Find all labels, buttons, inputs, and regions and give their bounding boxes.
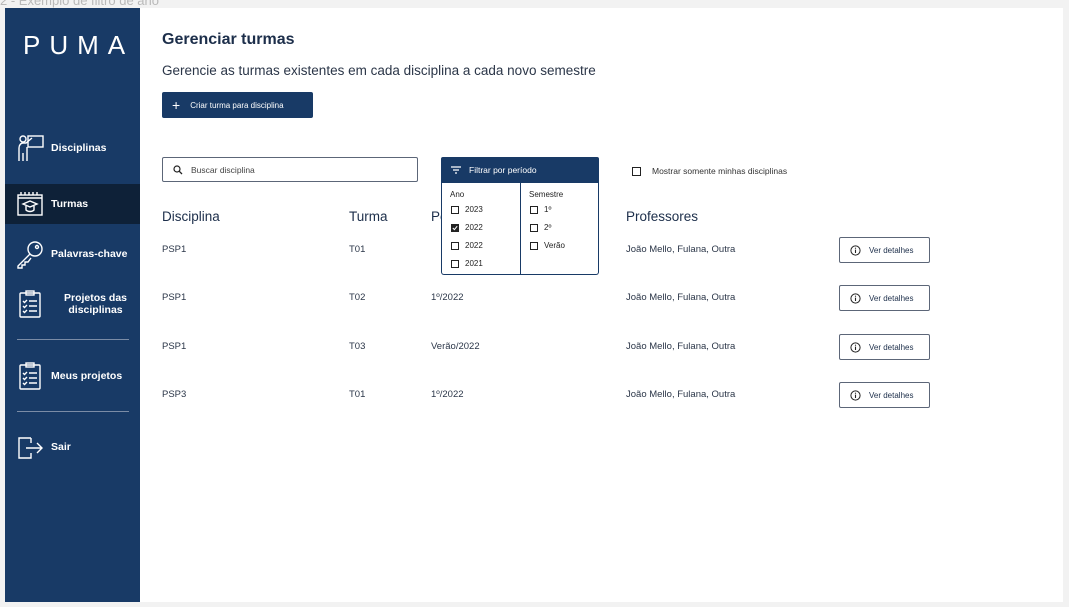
view-details-button[interactable]: Ver detalhes xyxy=(839,237,930,263)
cell-turma: T01 xyxy=(349,244,366,255)
clipboard-list-icon xyxy=(15,289,45,319)
semester-option[interactable]: 1º xyxy=(530,205,551,214)
info-icon xyxy=(850,389,861,401)
filter-period-button[interactable]: Filtrar por período xyxy=(441,157,599,183)
checkbox[interactable] xyxy=(632,166,641,176)
cell-turma: T03 xyxy=(349,341,366,352)
filter-dropdown: Ano 2023 2022 2022 2021 Semestre 1º 2º V… xyxy=(441,183,599,275)
app-window: PUMA Disciplinas Turmas Palavras-chave P… xyxy=(5,8,1063,602)
checkbox[interactable] xyxy=(530,241,538,250)
year-option-label: 2023 xyxy=(465,205,483,214)
mine-only-label: Mostrar somente minhas disciplinas xyxy=(652,166,788,176)
filter-year-column: Ano 2023 2022 2022 2021 xyxy=(442,183,521,274)
checkbox[interactable] xyxy=(451,241,459,250)
cell-turma: T02 xyxy=(349,292,366,303)
info-icon xyxy=(850,244,861,256)
sidebar-item-label: Projetos das disciplinas xyxy=(63,292,128,316)
sidebar-item-palavras-chave[interactable]: Palavras-chave xyxy=(5,234,140,274)
info-icon xyxy=(850,292,861,304)
search-icon xyxy=(173,164,183,174)
year-option-label: 2022 xyxy=(465,223,483,232)
info-icon xyxy=(850,341,861,353)
filter-icon xyxy=(451,166,461,174)
filter-period-label: Filtrar por período xyxy=(469,165,537,175)
semester-option[interactable]: 2º xyxy=(530,223,551,232)
semester-option-label: Verão xyxy=(544,241,565,250)
year-option[interactable]: 2021 xyxy=(451,259,483,268)
sidebar: PUMA Disciplinas Turmas Palavras-chave P… xyxy=(5,8,140,602)
logout-icon xyxy=(15,432,45,462)
sidebar-item-label: Disciplinas xyxy=(51,142,107,154)
checkbox[interactable] xyxy=(451,205,459,214)
year-option-label: 2022 xyxy=(465,241,483,250)
cell-turma: T01 xyxy=(349,389,366,400)
key-icon xyxy=(15,239,45,269)
cell-professores: João Mello, Fulana, Outra xyxy=(626,389,736,400)
cell-professores: João Mello, Fulana, Outra xyxy=(626,244,736,255)
view-details-label: Ver detalhes xyxy=(869,390,914,400)
page-subtitle: Gerencie as turmas existentes em cada di… xyxy=(162,63,596,78)
search-field[interactable] xyxy=(162,157,418,182)
teacher-board-icon xyxy=(15,133,45,163)
sidebar-item-turmas[interactable]: Turmas xyxy=(5,184,140,224)
sidebar-item-projetos-disciplinas[interactable]: Projetos das disciplinas xyxy=(5,284,140,324)
checkbox[interactable] xyxy=(530,205,538,214)
year-option-label: 2021 xyxy=(465,259,483,268)
cell-periodo: Verão/2022 xyxy=(431,341,480,352)
checkbox[interactable] xyxy=(530,223,538,232)
checkbox-checked[interactable] xyxy=(451,223,459,232)
sidebar-item-sair[interactable]: Sair xyxy=(5,427,140,467)
mine-only-toggle[interactable]: Mostrar somente minhas disciplinas xyxy=(632,166,787,176)
sidebar-item-disciplinas[interactable]: Disciplinas xyxy=(5,128,140,168)
semester-option[interactable]: Verão xyxy=(530,241,565,250)
view-details-label: Ver detalhes xyxy=(869,342,914,352)
view-details-label: Ver detalhes xyxy=(869,245,914,255)
page-title: Gerenciar turmas xyxy=(162,31,295,48)
sidebar-item-label: Sair xyxy=(51,441,71,453)
column-header-disciplina: Disciplina xyxy=(162,209,220,224)
filter-semester-header: Semestre xyxy=(529,190,564,199)
sidebar-divider xyxy=(17,411,129,412)
sidebar-item-meus-projetos[interactable]: Meus projetos xyxy=(5,356,140,396)
create-turma-label: Criar turma para disciplina xyxy=(190,100,284,110)
sidebar-divider xyxy=(17,339,129,340)
cell-periodo: 1º/2022 xyxy=(431,389,464,400)
cell-disciplina: PSP1 xyxy=(162,341,187,352)
search-input[interactable] xyxy=(189,163,393,176)
view-details-label: Ver detalhes xyxy=(869,293,914,303)
semester-option-label: 1º xyxy=(544,205,552,214)
classroom-cap-icon xyxy=(15,189,45,219)
view-details-button[interactable]: Ver detalhes xyxy=(839,285,930,311)
create-turma-button[interactable]: + Criar turma para disciplina xyxy=(162,92,313,118)
cell-professores: João Mello, Fulana, Outra xyxy=(626,341,736,352)
main-content: Gerenciar turmas Gerencie as turmas exis… xyxy=(162,8,1042,602)
frame-label: 2 - Exemplo de filtro de ano xyxy=(0,0,159,8)
sidebar-item-label: Palavras-chave xyxy=(51,248,128,260)
semester-option-label: 2º xyxy=(544,223,552,232)
clipboard-list-icon xyxy=(15,361,45,391)
year-option[interactable]: 2022 xyxy=(451,241,483,250)
year-option[interactable]: 2023 xyxy=(451,205,483,214)
app-logo: PUMA xyxy=(23,30,135,60)
sidebar-item-label: Meus projetos xyxy=(51,370,123,382)
cell-disciplina: PSP1 xyxy=(162,292,187,303)
column-header-professores: Professores xyxy=(626,209,699,224)
sidebar-item-label: Turmas xyxy=(51,198,89,210)
cell-professores: João Mello, Fulana, Outra xyxy=(626,292,736,303)
column-header-turma: Turma xyxy=(349,209,388,224)
checkbox[interactable] xyxy=(451,259,459,268)
cell-periodo: 1º/2022 xyxy=(431,292,464,303)
cell-disciplina: PSP1 xyxy=(162,244,187,255)
year-option[interactable]: 2022 xyxy=(451,223,483,232)
plus-icon: + xyxy=(172,97,181,113)
cell-disciplina: PSP3 xyxy=(162,389,187,400)
filter-year-header: Ano xyxy=(450,190,465,199)
view-details-button[interactable]: Ver detalhes xyxy=(839,334,930,360)
view-details-button[interactable]: Ver detalhes xyxy=(839,382,930,408)
